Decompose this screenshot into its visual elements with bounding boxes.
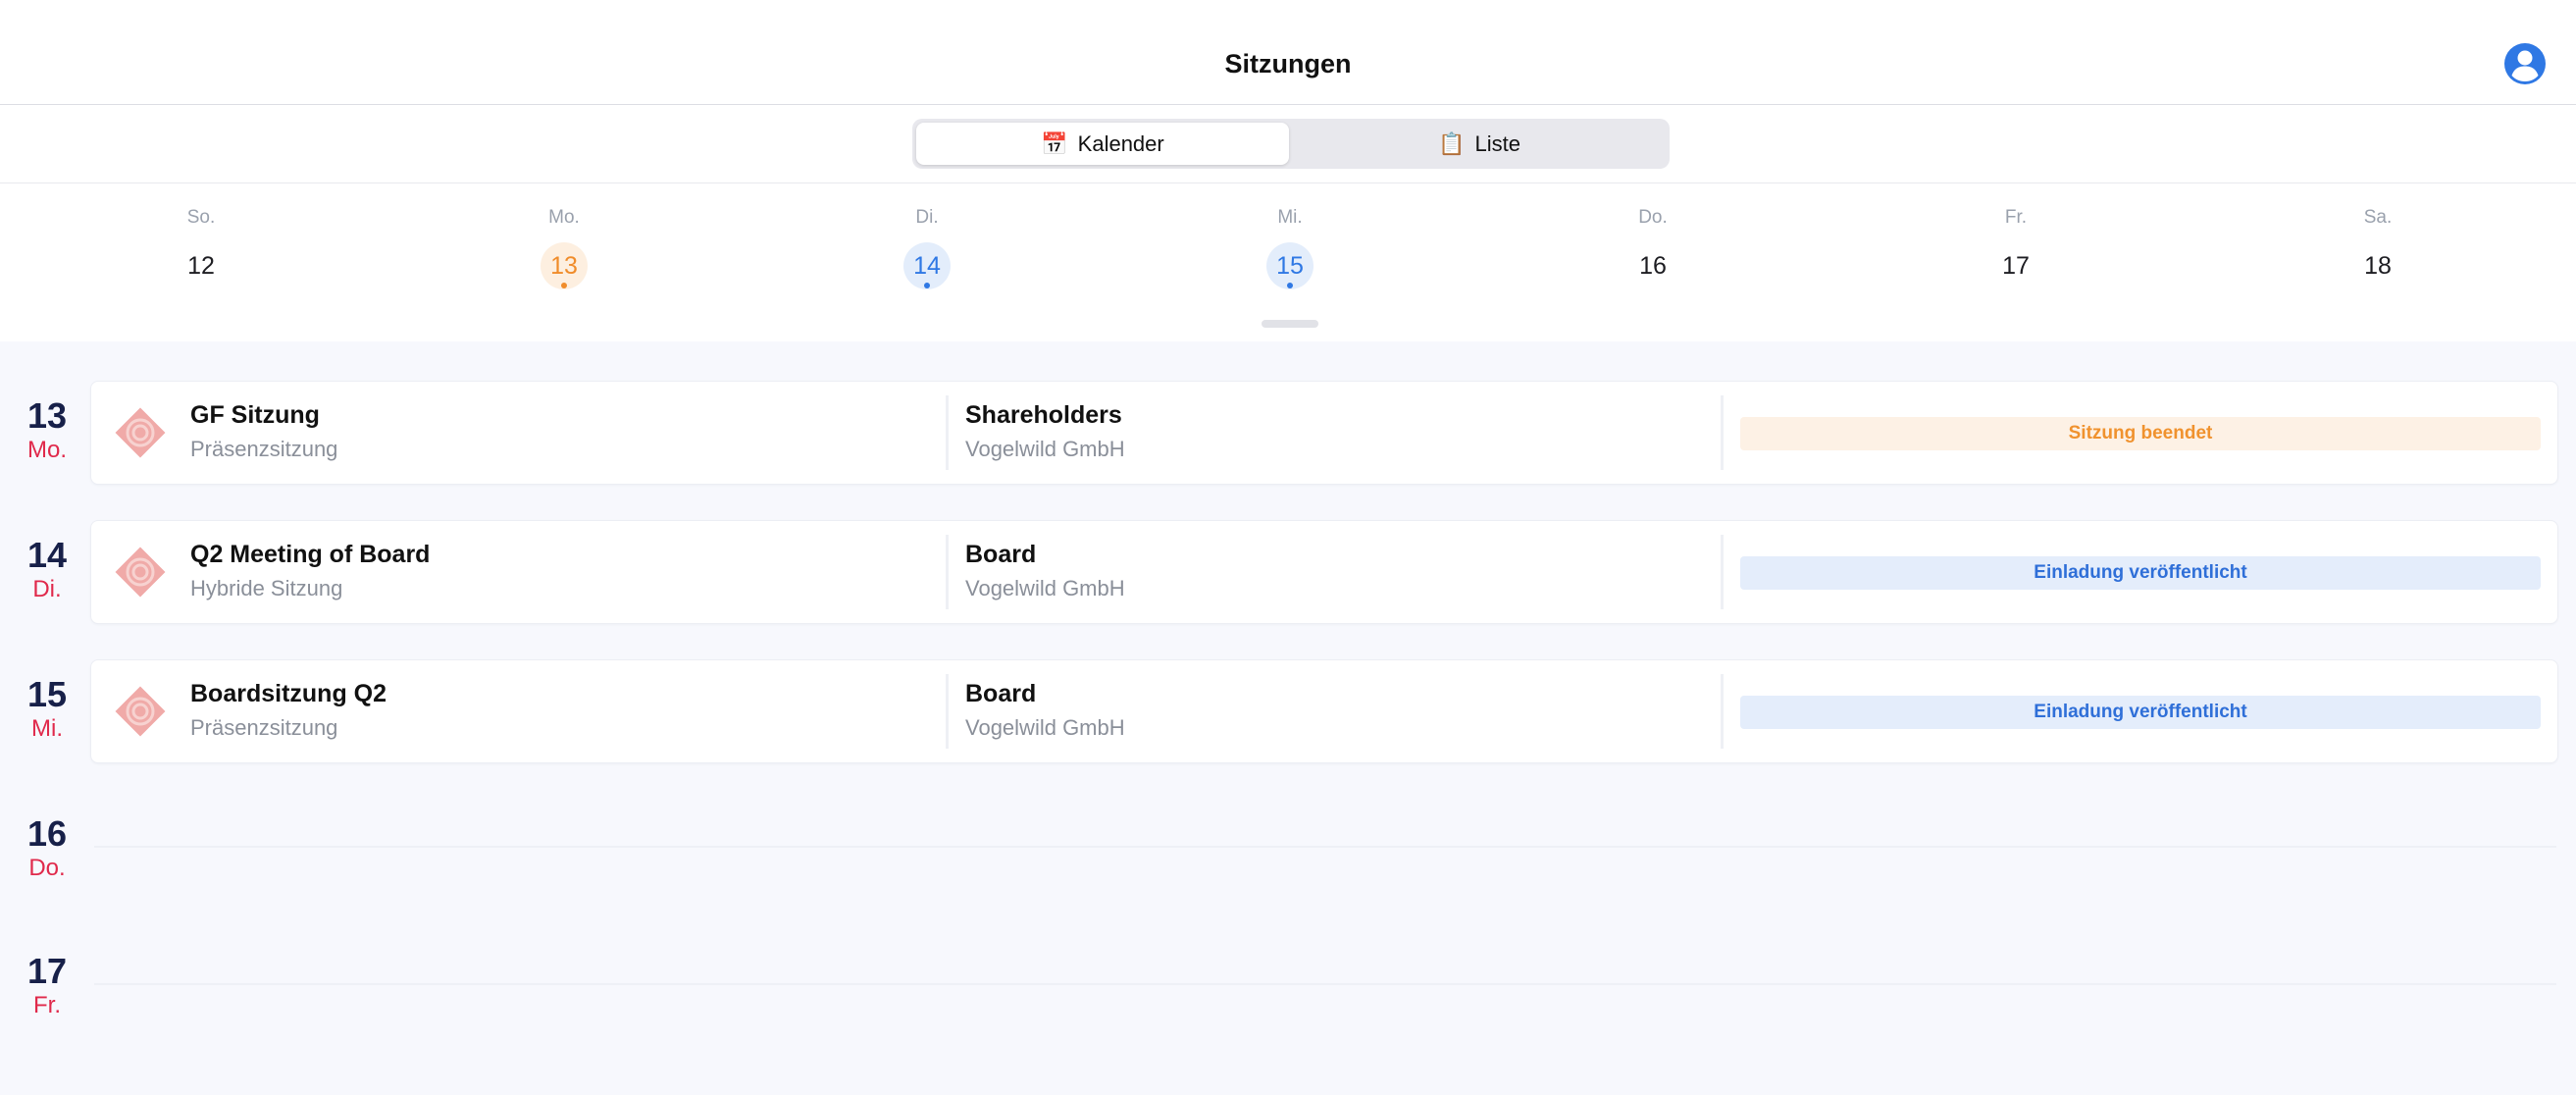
tab-calendar[interactable]: 📅 Kalender	[916, 123, 1289, 165]
agenda-date: 14 Di.	[0, 536, 94, 604]
divider	[946, 535, 949, 609]
agenda-date-number: 17	[26, 951, 68, 991]
top-bar: Sitzungen	[0, 0, 2576, 105]
divider	[1721, 535, 1724, 609]
user-profile-icon[interactable]	[2503, 42, 2547, 85]
meeting-company: Vogelwild GmbH	[965, 576, 1125, 600]
day-number: 18	[2364, 251, 2392, 280]
agenda-date: 16 Do.	[0, 814, 94, 883]
agenda-date-weekday: Di.	[32, 576, 62, 602]
agenda-date: 15 Mi.	[0, 675, 94, 744]
meeting-card[interactable]: Boardsitzung Q2 Präsenzsitzung Board Vog…	[90, 659, 2558, 763]
weekday-label: Fr.	[2004, 207, 2028, 228]
agenda-date-weekday: Mi.	[31, 715, 63, 742]
meeting-body: Board	[965, 541, 1037, 568]
day-number: 17	[2002, 251, 2030, 280]
agenda-list: 13 Mo. GF Sitzung Präsenzsitzung Shareho…	[0, 341, 2576, 1095]
view-toggle: 📅 Kalender 📋 Liste	[912, 119, 1670, 169]
drag-handle[interactable]	[1262, 320, 1318, 328]
page-title: Sitzungen	[1224, 49, 1352, 78]
status-badge: Sitzung beendet	[1740, 417, 2541, 450]
meeting-title: GF Sitzung	[190, 401, 320, 429]
status-badge: Einladung veröffentlicht	[1740, 696, 2541, 729]
meeting-body: Board	[965, 680, 1037, 707]
empty-day-divider	[94, 846, 2556, 848]
meeting-type: Präsenzsitzung	[190, 715, 338, 740]
meeting-title: Q2 Meeting of Board	[190, 541, 431, 568]
agenda-date-weekday: Fr.	[33, 992, 61, 1018]
divider	[1721, 674, 1724, 749]
divider	[946, 395, 949, 470]
event-dot	[1287, 283, 1293, 288]
day-number: 16	[1639, 251, 1667, 280]
meeting-body: Shareholders	[965, 401, 1122, 429]
app-root: Sitzungen 📅 Kalender 📋 Liste So. 12 Mo.	[0, 0, 2576, 1095]
meeting-card[interactable]: Q2 Meeting of Board Hybride Sitzung Boar…	[90, 520, 2558, 624]
agenda-date-number: 14	[26, 535, 68, 575]
event-dot	[924, 283, 930, 288]
status-badge: Einladung veröffentlicht	[1740, 556, 2541, 590]
day-number: 12	[187, 251, 215, 280]
meeting-card[interactable]: GF Sitzung Präsenzsitzung Shareholders V…	[90, 381, 2558, 485]
clipboard-icon: 📋	[1438, 130, 1466, 156]
meeting-company: Vogelwild GmbH	[965, 437, 1125, 461]
week-strip: So. 12 Mo. 13 Di. 14 Mi. 15 Do. 16 Fr. 1…	[0, 183, 2576, 340]
meeting-title: Boardsitzung Q2	[190, 680, 387, 707]
event-dot	[561, 283, 567, 288]
meeting-type: Präsenzsitzung	[190, 437, 338, 461]
divider	[946, 674, 949, 749]
agenda-date: 17 Fr.	[0, 952, 94, 1020]
weekday-label: Mi.	[1277, 207, 1303, 228]
tab-list-label: Liste	[1474, 130, 1520, 156]
weekday-label: Mo.	[548, 207, 580, 228]
tab-calendar-label: Kalender	[1077, 130, 1164, 156]
weekday-label: So.	[186, 207, 216, 228]
agenda-date: 13 Mo.	[0, 396, 94, 465]
view-toggle-bar: 📅 Kalender 📋 Liste	[0, 105, 2576, 183]
company-logo-icon	[115, 547, 166, 598]
agenda-date-number: 13	[26, 395, 68, 436]
agenda-date-weekday: Do.	[28, 855, 66, 881]
weekday-label: Sa.	[2363, 207, 2393, 228]
meeting-company: Vogelwild GmbH	[965, 715, 1125, 740]
agenda-date-weekday: Mo.	[26, 437, 67, 463]
agenda-date-number: 15	[26, 674, 68, 714]
empty-day-divider	[94, 983, 2556, 985]
agenda-date-number: 16	[26, 813, 68, 854]
divider	[1721, 395, 1724, 470]
calendar-icon: 📅	[1041, 130, 1068, 156]
meeting-type: Hybride Sitzung	[190, 576, 343, 600]
tab-list[interactable]: 📋 Liste	[1293, 123, 1666, 165]
weekday-label: Di.	[915, 207, 939, 228]
company-logo-icon	[115, 407, 166, 458]
weekday-label: Do.	[1638, 207, 1668, 228]
company-logo-icon	[115, 686, 166, 737]
